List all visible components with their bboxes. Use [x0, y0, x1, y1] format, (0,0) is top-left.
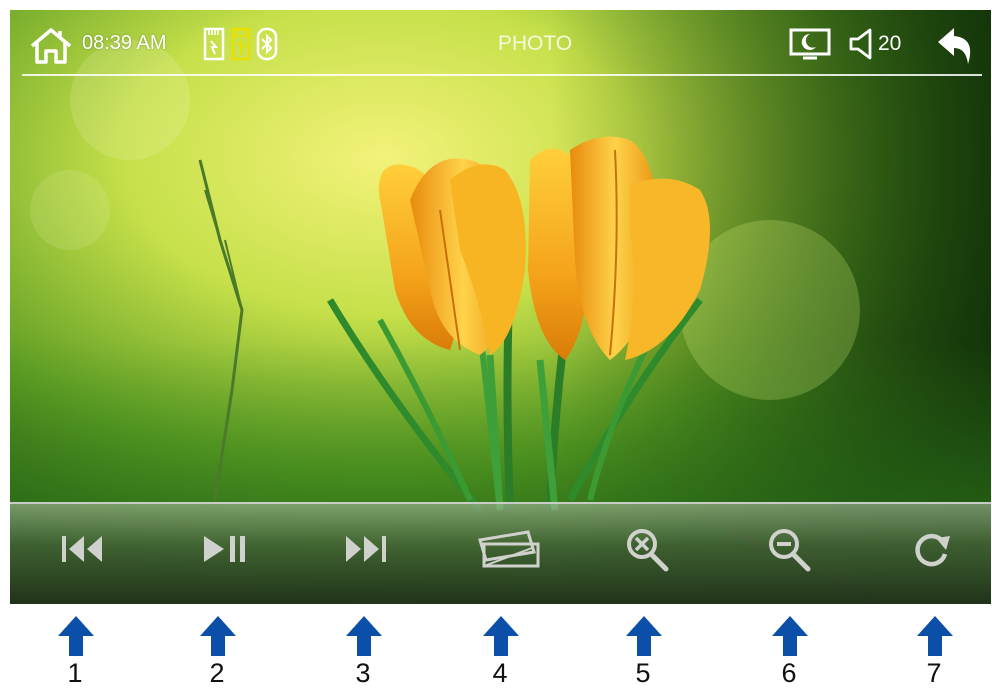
callout-arrow	[58, 616, 94, 656]
play-pause-icon[interactable]	[190, 524, 260, 574]
callout-arrow	[626, 616, 662, 656]
skip-next-icon[interactable]	[332, 524, 402, 574]
callout-number: 5	[635, 658, 651, 688]
callout-arrow	[200, 616, 236, 656]
slideshow-icon[interactable]	[474, 524, 544, 574]
callout-number: 4	[492, 658, 508, 688]
back-arrow-icon[interactable]	[934, 24, 976, 68]
zoom-in-icon[interactable]	[616, 524, 686, 574]
home-icon[interactable]	[28, 26, 74, 66]
sd-card-icon	[203, 27, 225, 61]
status-bar: 08:39 AM PHOTO 20	[10, 10, 991, 80]
page-title: PHOTO	[497, 32, 573, 55]
usb-icon	[231, 27, 251, 61]
callout-number: 6	[781, 658, 797, 688]
volume-level: 20	[878, 32, 902, 55]
callout-arrow	[917, 616, 953, 656]
callout-number: 2	[209, 658, 225, 688]
speaker-icon[interactable]	[848, 27, 878, 61]
skip-previous-icon[interactable]	[48, 524, 118, 574]
zoom-out-icon[interactable]	[758, 524, 828, 574]
rotate-icon[interactable]	[896, 524, 966, 574]
photo-viewer-screen: 08:39 AM PHOTO 20	[10, 10, 991, 604]
control-bar	[10, 502, 991, 604]
callout-arrow	[772, 616, 808, 656]
bluetooth-icon	[256, 27, 278, 61]
status-divider	[22, 74, 982, 76]
callout-number: 7	[926, 658, 942, 688]
display-night-icon[interactable]	[788, 27, 832, 63]
callout-arrow	[346, 616, 382, 656]
clock-time: 08:39 AM	[82, 32, 167, 54]
callout-number: 3	[355, 658, 371, 688]
callout-number: 1	[67, 658, 83, 688]
callout-arrow	[483, 616, 519, 656]
